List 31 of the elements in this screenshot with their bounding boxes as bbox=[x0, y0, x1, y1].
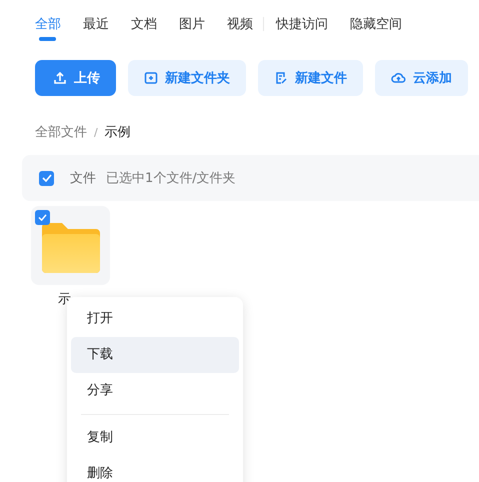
edit-file-icon bbox=[274, 71, 288, 85]
tab[interactable]: 文档 bbox=[131, 15, 157, 41]
tab[interactable]: 隐藏空间 bbox=[350, 15, 402, 41]
menu-item[interactable]: 复制 bbox=[71, 420, 239, 456]
tab[interactable]: 视频 bbox=[227, 15, 253, 41]
tab[interactable]: 最近 bbox=[83, 15, 109, 41]
tab[interactable]: 快捷访问 bbox=[276, 15, 328, 41]
breadcrumb-item[interactable]: 全部文件 bbox=[35, 123, 87, 141]
file-checkbox[interactable] bbox=[35, 210, 50, 225]
column-label: 文件 bbox=[70, 170, 96, 187]
tab[interactable]: 图片 bbox=[179, 15, 205, 41]
selection-status: 已选中1个文件/文件夹 bbox=[106, 170, 236, 187]
select-all-checkbox[interactable] bbox=[39, 170, 54, 186]
breadcrumb-separator: / bbox=[94, 126, 98, 138]
menu-item[interactable]: 分享 bbox=[71, 373, 239, 409]
action-button[interactable]: 云添加 bbox=[375, 60, 468, 96]
action-button[interactable]: 新建文件夹 bbox=[128, 60, 246, 96]
menu-item[interactable]: 打开 bbox=[71, 301, 239, 337]
breadcrumb-item[interactable]: 示例 bbox=[104, 123, 131, 141]
check-icon bbox=[38, 214, 47, 221]
upload-icon bbox=[53, 71, 67, 85]
menu-item[interactable]: 下载 bbox=[71, 337, 239, 373]
cloud-upload-icon bbox=[391, 71, 406, 85]
action-button[interactable]: 上传 bbox=[35, 60, 116, 96]
add-folder-icon bbox=[144, 71, 158, 85]
folder-icon bbox=[42, 222, 100, 272]
action-button[interactable]: 新建文件 bbox=[258, 60, 363, 96]
tab[interactable]: 全部 bbox=[35, 15, 61, 41]
menu-item[interactable]: 删除 bbox=[71, 456, 239, 482]
folder-tile[interactable] bbox=[31, 206, 110, 285]
check-icon bbox=[42, 174, 52, 182]
